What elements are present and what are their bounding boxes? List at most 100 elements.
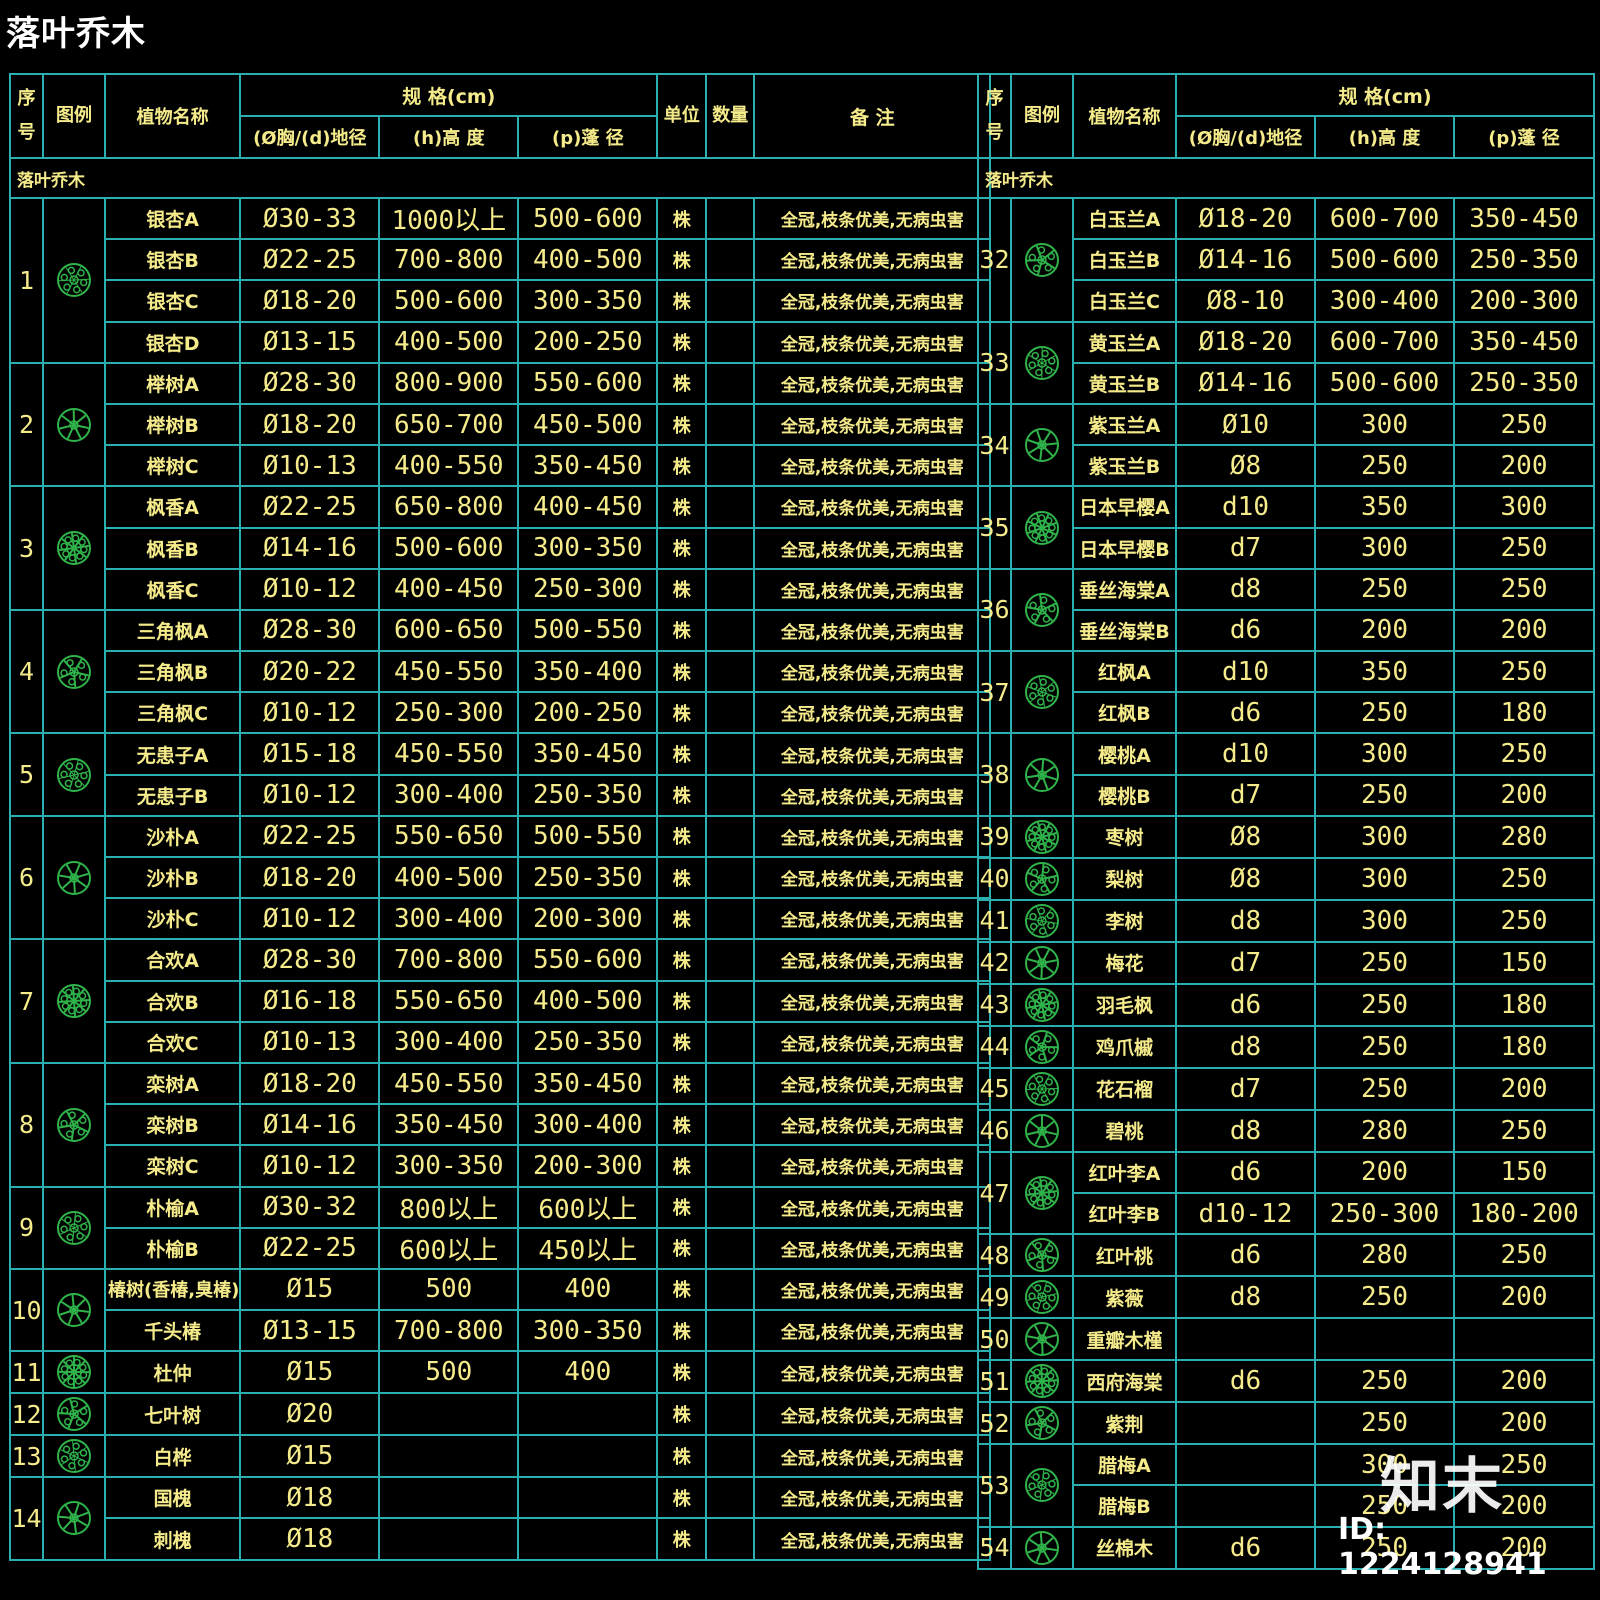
unit-value: 株 — [656, 1061, 708, 1106]
height-value: 250 — [1314, 1275, 1455, 1320]
table-row: 榉树B Ø18-20 650-700 450-500 株全冠,枝条优美,无病虫害 — [10, 402, 992, 447]
diameter-value: Ø14-16 — [239, 526, 381, 570]
plant-name: 丝棉木 — [1072, 1525, 1177, 1570]
unit-value: 株 — [656, 196, 708, 241]
table-row: 2 榉树A Ø28-30 800-900 550-600 株全冠,枝条优美,无病虫害 — [9, 361, 992, 488]
row-number: 50 — [977, 1317, 1012, 1362]
quantity-value — [705, 897, 756, 941]
height-value: 400-500 — [378, 855, 520, 900]
table-row: 朴榆B Ø22-25 600以上 450以上株 全冠,枝条优美,无病虫害 — [10, 1226, 992, 1270]
height-value: 300 — [1314, 898, 1455, 943]
unit-value: 株 — [656, 526, 708, 570]
plant-name: 白桦 — [103, 1434, 242, 1479]
row-number: 42 — [977, 940, 1012, 985]
diameter-value: Ø16-18 — [239, 979, 381, 1023]
plant-name: 国槐 — [103, 1476, 242, 1520]
legend-symbol-cell — [42, 938, 106, 1064]
crown-value: 400-500 — [517, 238, 659, 282]
crown-value: 180 — [1453, 691, 1595, 735]
header-seq: 序号 — [977, 73, 1012, 159]
unit-value: 株 — [656, 1434, 708, 1479]
plant-name: 樱桃B — [1072, 773, 1177, 817]
crown-value: 400-450 — [517, 485, 659, 529]
crown-value: 200 — [1453, 444, 1595, 488]
diameter-value: Ø28-30 — [239, 361, 381, 405]
tree-symbol-45 — [1025, 1071, 1059, 1106]
plant-name: 无患子B — [103, 773, 242, 817]
remark-value: 全冠,枝条优美,无病虫害 — [753, 608, 992, 653]
quantity-value — [705, 485, 756, 529]
unit-value: 株 — [656, 361, 708, 405]
quantity-value — [705, 608, 756, 653]
remark-value: 全冠,枝条优美,无病虫害 — [753, 938, 992, 982]
row-number: 37 — [977, 650, 1012, 735]
plant-name: 银杏C — [103, 279, 242, 323]
quantity-value — [705, 444, 756, 488]
tree-symbol-2 — [57, 407, 91, 442]
plant-name: 七叶树 — [103, 1392, 242, 1437]
plant-name: 榉树C — [103, 444, 242, 488]
plant-name: 栾树A — [103, 1061, 242, 1106]
diameter-value: d7 — [1175, 940, 1316, 985]
quantity-value — [705, 1226, 756, 1270]
diameter-value: Ø22-25 — [239, 485, 381, 529]
plant-name: 三角枫C — [103, 691, 242, 735]
plant-name: 白玉兰C — [1072, 279, 1177, 323]
legend-symbol-cell — [1010, 1275, 1074, 1320]
height-value: 280 — [1314, 1233, 1455, 1278]
legend-symbol-cell — [1010, 1108, 1074, 1153]
diameter-value: Ø18-20 — [239, 855, 381, 900]
quantity-value — [705, 402, 756, 447]
height-value: 700-800 — [378, 238, 520, 282]
crown-value: 350-450 — [517, 1061, 659, 1106]
height-value: 350 — [1314, 485, 1455, 529]
crown-value — [517, 1392, 659, 1437]
crown-value: 550-600 — [517, 361, 659, 405]
crown-value: 200-300 — [517, 897, 659, 941]
quantity-value — [705, 1267, 756, 1312]
plant-name: 沙朴A — [103, 814, 242, 859]
crown-value: 250 — [1453, 732, 1595, 776]
table-row: 枫香B Ø14-16 500-600 300-350 株 全冠,枝条优美,无病虫害 — [10, 526, 992, 570]
legend-symbol-cell — [1010, 940, 1074, 985]
unit-value: 株 — [656, 1267, 708, 1312]
unit-value: 株 — [656, 814, 708, 859]
quantity-value — [705, 279, 756, 323]
quantity-value — [705, 814, 756, 859]
height-value: 350 — [1314, 650, 1455, 694]
diameter-value: d6 — [1175, 1150, 1316, 1195]
height-value: 500-600 — [378, 279, 520, 323]
diameter-value: d10-12 — [1175, 1191, 1316, 1236]
legend-symbol-cell — [42, 1267, 106, 1353]
plant-name: 杜仲 — [103, 1350, 242, 1395]
table-row: 10 椿树(香椿,臭椿) Ø15 500 400 株全冠,枝条优美,无病虫害 — [9, 1267, 992, 1353]
quantity-value — [705, 361, 756, 405]
plant-name: 白玉兰B — [1072, 238, 1177, 282]
plant-name: 合欢C — [103, 1020, 242, 1064]
header-diameter: (Ø胸/(d)地径 — [239, 115, 381, 159]
table-row: 刺槐 Ø18 株 全冠,枝条优美,无病虫害 — [10, 1517, 992, 1561]
legend-symbol-cell — [1010, 1024, 1074, 1069]
remark-value: 全冠,枝条优美,无病虫害 — [753, 320, 992, 364]
quantity-value — [705, 1309, 756, 1353]
unit-value: 株 — [656, 938, 708, 982]
height-value: 250-300 — [1314, 1191, 1455, 1236]
row-number: 44 — [977, 1024, 1012, 1069]
diameter-value: Ø14-16 — [239, 1103, 381, 1147]
diameter-value: Ø10-12 — [239, 691, 381, 735]
table-row: 榉树C Ø10-13 400-550 350-450 株 全冠,枝条优美,无病虫害 — [10, 444, 992, 488]
crown-value: 250 — [1453, 526, 1595, 570]
remark-value: 全冠,枝条优美,无病虫害 — [753, 855, 992, 900]
diameter-value: d6 — [1175, 608, 1316, 653]
height-value: 250 — [1314, 1024, 1455, 1069]
plant-name: 重瓣木槿 — [1072, 1317, 1177, 1362]
remark-value: 全冠,枝条优美,无病虫害 — [753, 1309, 992, 1353]
remark-value: 全冠,枝条优美,无病虫害 — [753, 485, 992, 529]
crown-value: 200-300 — [1453, 279, 1595, 323]
height-value: 250 — [1314, 1066, 1455, 1111]
table-row: 49 紫薇 d8 250 200 — [977, 1275, 1595, 1320]
crown-value: 180-200 — [1453, 1191, 1595, 1236]
height-value: 300 — [1314, 814, 1455, 859]
legend-symbol-cell — [42, 197, 106, 364]
plant-name: 枣树 — [1072, 814, 1177, 859]
